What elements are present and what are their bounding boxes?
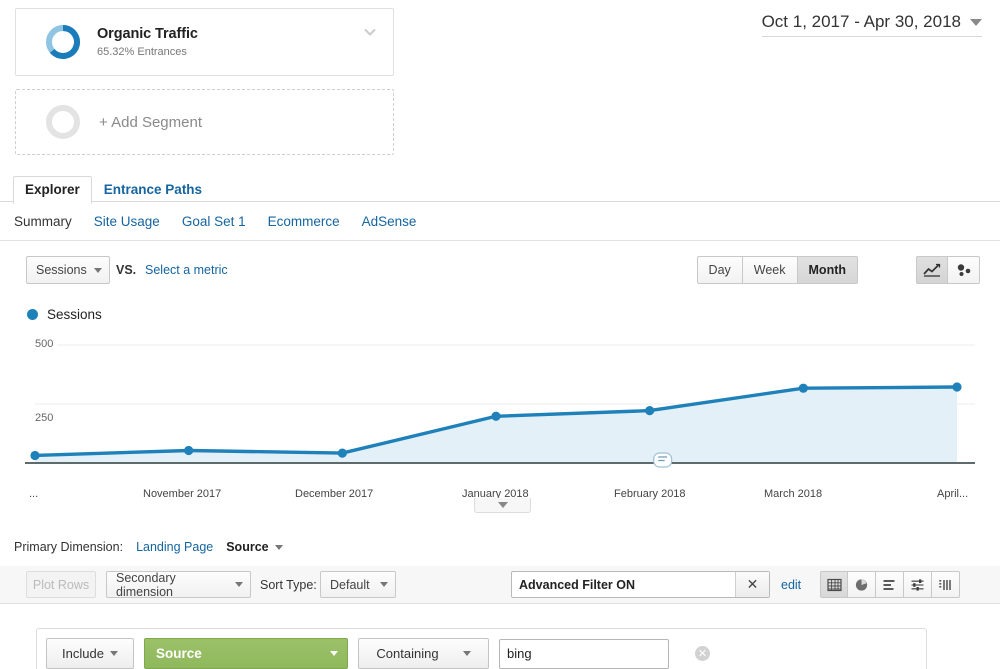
sessions-line-chart[interactable]: 500 250	[0, 330, 1000, 505]
segment-card-text: Organic Traffic 65.32% Entrances	[97, 25, 198, 60]
add-segment-card[interactable]: + Add Segment	[15, 89, 394, 155]
motion-chart-icon[interactable]	[948, 256, 980, 284]
x-axis-tick-6: April...	[937, 488, 969, 500]
subtab-goal-set-1[interactable]: Goal Set 1	[182, 214, 246, 229]
close-icon[interactable]: ✕	[735, 572, 769, 597]
view-type-toggle	[820, 571, 960, 598]
chevron-down-icon[interactable]	[361, 23, 379, 41]
legend-label: Sessions	[47, 307, 102, 322]
advanced-filter-builder: Include Source Containing ✕	[36, 628, 927, 669]
edit-filter-link[interactable]: edit	[781, 578, 801, 592]
caret-down-icon	[497, 502, 508, 508]
y-axis-tick-500: 500	[35, 338, 58, 350]
filter-builder-row: Include Source Containing ✕	[46, 638, 710, 669]
subtab-adsense[interactable]: AdSense	[362, 214, 417, 229]
primary-dimension-landing-page[interactable]: Landing Page	[136, 540, 213, 554]
segment-title: Organic Traffic	[97, 25, 198, 42]
report-subtabs: Summary Site Usage Goal Set 1 Ecommerce …	[14, 214, 416, 229]
chart-type-toggle	[916, 256, 980, 284]
comparison-view-icon[interactable]	[904, 571, 932, 598]
tab-explorer[interactable]: Explorer	[13, 176, 92, 204]
filter-dimension-label: Source	[156, 646, 202, 661]
y-axis-tick-250: 250	[35, 412, 58, 424]
filter-dimension-dropdown[interactable]: Source	[144, 638, 348, 669]
primary-dimension-label: Primary Dimension:	[14, 540, 124, 554]
subtab-ecommerce[interactable]: Ecommerce	[268, 214, 340, 229]
caret-down-icon	[235, 582, 243, 587]
granularity-week[interactable]: Week	[741, 256, 797, 284]
subtab-summary[interactable]: Summary	[14, 214, 72, 229]
caret-down-icon	[94, 267, 102, 273]
granularity-day[interactable]: Day	[696, 256, 742, 284]
sort-type-label: Sort Type:	[260, 578, 317, 592]
caret-down-icon	[462, 651, 471, 656]
x-axis-tick-0: ...	[29, 488, 39, 500]
x-axis-tick-2: December 2017	[295, 488, 374, 500]
primary-dimension-source[interactable]: Source	[226, 540, 283, 554]
line-chart-icon[interactable]	[916, 256, 948, 284]
table-toolbar: Plot Rows Secondary dimension Sort Type:…	[0, 566, 1000, 604]
caret-down-icon	[274, 544, 283, 550]
analytics-report-page: Organic Traffic 65.32% Entrances + Add S…	[0, 0, 1000, 669]
report-tabs: Explorer Entrance Paths	[13, 175, 214, 204]
select-a-metric-link[interactable]: Select a metric	[145, 263, 228, 277]
pie-chart-view-icon[interactable]	[848, 571, 876, 598]
table-filter-value: Advanced Filter ON	[519, 577, 635, 592]
caret-down-icon	[109, 651, 118, 656]
caret-down-icon	[970, 18, 982, 26]
date-range-selector[interactable]: Oct 1, 2017 - Apr 30, 2018	[761, 12, 982, 37]
vs-label: VS.	[116, 263, 137, 277]
segment-subtitle: 65.32% Entrances	[97, 45, 187, 58]
filter-include-button[interactable]: Include	[46, 638, 134, 669]
add-segment-label: + Add Segment	[99, 113, 202, 131]
sort-type-button[interactable]: Default	[320, 571, 396, 598]
x-axis-tick-4: February 2018	[614, 488, 686, 500]
caret-down-icon	[380, 582, 388, 587]
subtabs-divider	[0, 240, 1000, 241]
caret-down-icon	[330, 651, 338, 656]
granularity-month[interactable]: Month	[796, 256, 858, 284]
chart-legend: Sessions	[27, 307, 102, 322]
sort-type-value: Default	[330, 577, 370, 592]
bar-chart-view-icon[interactable]	[876, 571, 904, 598]
subtab-site-usage[interactable]: Site Usage	[94, 214, 160, 229]
granularity-toggle: Day Week Month	[696, 256, 858, 284]
pivot-view-icon[interactable]	[932, 571, 960, 598]
legend-color-swatch	[27, 309, 38, 320]
tab-entrance-paths[interactable]: Entrance Paths	[92, 176, 214, 204]
plot-rows-button: Plot Rows	[26, 571, 96, 598]
segment-donut-icon	[43, 22, 83, 62]
x-axis-tick-5: March 2018	[764, 488, 823, 500]
filter-match-type-button[interactable]: Containing	[358, 638, 489, 669]
primary-dimension-row: Primary Dimension: Landing Page Source	[14, 540, 283, 554]
filter-match-type-label: Containing	[376, 646, 439, 661]
table-filter-box[interactable]: Advanced Filter ON ✕	[511, 571, 770, 598]
metric-selector-label: Sessions	[36, 263, 87, 277]
secondary-dimension-label: Secondary dimension	[116, 570, 176, 599]
metric-selector[interactable]: Sessions	[26, 256, 110, 284]
filter-value-input[interactable]	[499, 638, 669, 669]
table-view-icon[interactable]	[820, 571, 848, 598]
report-tabs-bar: Explorer Entrance Paths	[0, 175, 1000, 204]
filter-include-label: Include	[62, 646, 104, 661]
chart-controls-row: Sessions VS. Select a metric Day Week Mo…	[0, 256, 1000, 292]
filter-remove-icon[interactable]: ✕	[695, 646, 710, 661]
x-axis-tick-1: November 2017	[143, 488, 222, 500]
segment-card-organic-traffic[interactable]: Organic Traffic 65.32% Entrances	[15, 8, 394, 76]
chart-collapse-toggle[interactable]	[474, 498, 531, 513]
primary-dimension-source-label: Source	[226, 540, 269, 554]
secondary-dimension-button[interactable]: Secondary dimension	[106, 570, 251, 599]
date-range-label: Oct 1, 2017 - Apr 30, 2018	[761, 12, 961, 31]
add-segment-donut-icon	[43, 102, 83, 142]
